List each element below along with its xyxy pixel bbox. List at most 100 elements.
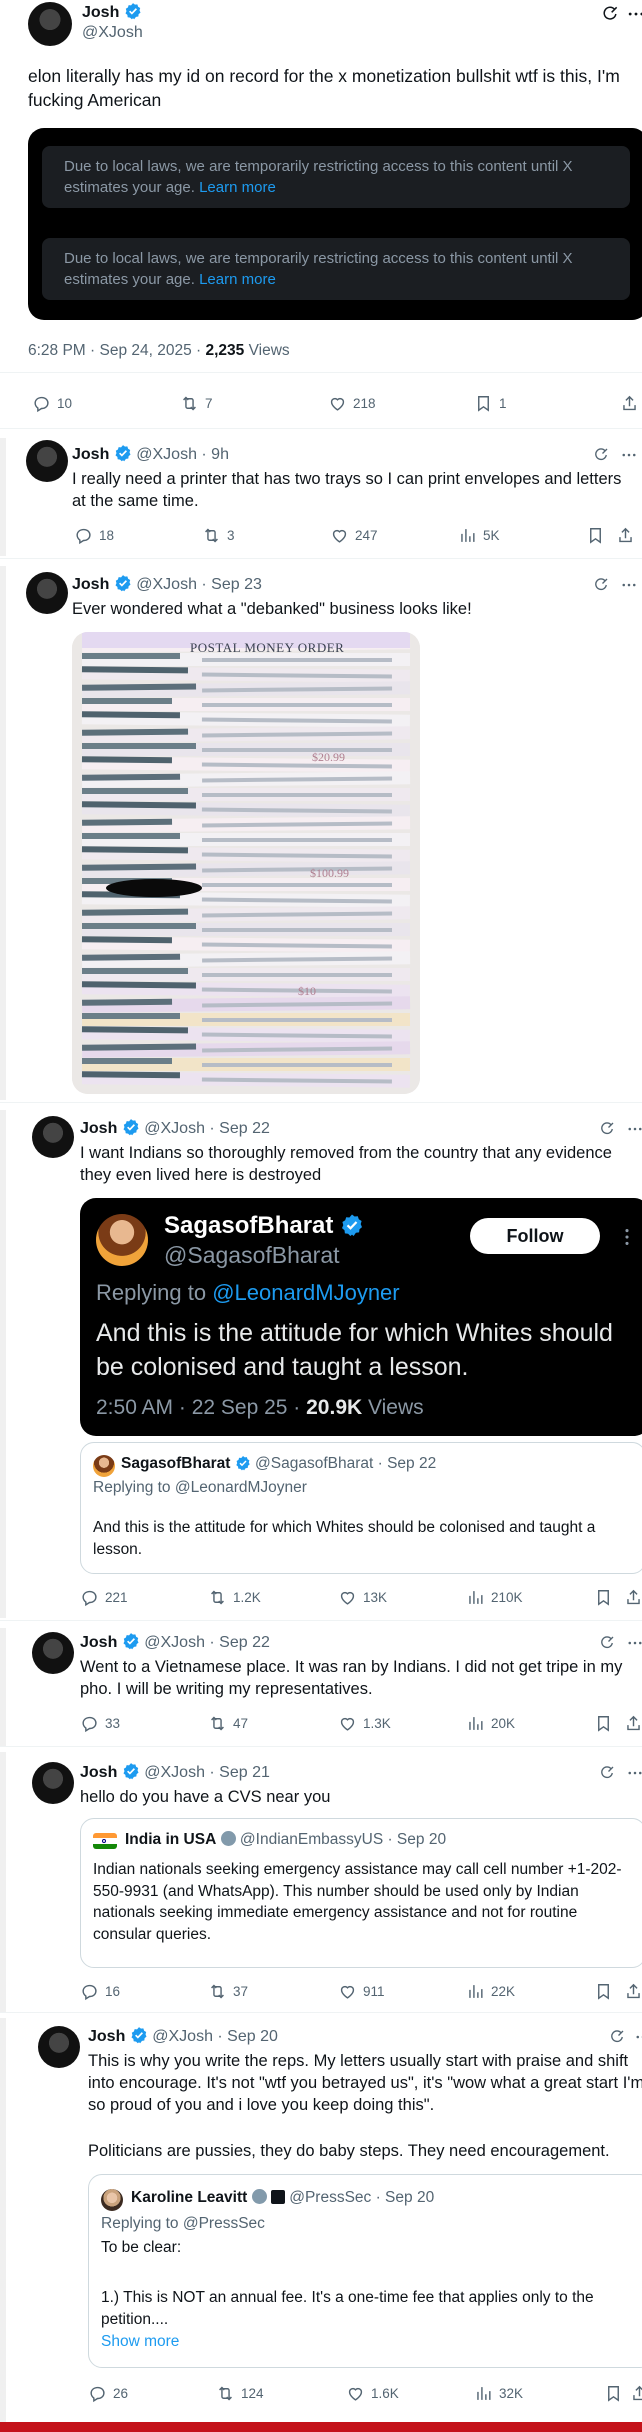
bookmark-button[interactable] [594,1982,613,2001]
author-name[interactable]: Josh [72,446,109,463]
learn-more-link[interactable]: Learn more [199,179,276,196]
tweet-text: Ever wondered what a "debanked" business… [72,600,472,618]
share-button[interactable] [616,526,635,545]
author-name[interactable]: Josh [72,576,109,593]
views-button[interactable]: 5K [458,526,500,545]
tweet-text-paragraph-2: Politicians are pussies, they do baby st… [88,2142,610,2160]
like-button[interactable]: 218 [328,394,376,413]
embed-timestamp[interactable]: 2:50 AM · 22 Sep 25 · 20.9K Views [96,1396,424,1420]
views-icon [474,2384,493,2403]
views-button[interactable]: 20K [466,1714,515,1733]
reply-button[interactable]: 221 [80,1588,128,1607]
like-button[interactable]: 247 [330,526,378,545]
author-handle[interactable]: @XJosh [82,24,143,42]
bookmark-button[interactable] [586,526,605,545]
repost-button[interactable]: 1.2K [208,1588,261,1607]
like-button[interactable]: 1.3K [338,1714,391,1733]
avatar[interactable] [32,1762,74,1804]
more-icon[interactable] [616,1226,638,1248]
reply-button[interactable]: 18 [74,526,114,545]
author-handle[interactable]: @XJosh · Sep 21 [144,1764,270,1781]
more-icon[interactable] [626,1120,642,1138]
grok-icon[interactable] [598,1120,616,1138]
share-icon [624,1714,642,1733]
reply-button[interactable]: 16 [80,1982,120,2001]
reply-button[interactable]: 10 [32,394,72,413]
grok-icon[interactable] [598,1634,616,1652]
grok-icon[interactable] [608,2028,626,2046]
learn-more-link[interactable]: Learn more [199,271,276,288]
author-name[interactable]: Josh [82,4,119,21]
money-order-slip [82,968,410,981]
grok-icon[interactable] [592,446,610,464]
avatar[interactable] [26,440,68,482]
like-button[interactable]: 13K [338,1588,387,1607]
avatar[interactable] [26,572,68,614]
author-name[interactable]: Josh [88,2028,125,2045]
more-icon[interactable] [620,446,638,464]
money-order-slip [82,1013,410,1026]
follow-button[interactable]: Follow [470,1218,600,1254]
bookmark-button[interactable] [594,1588,613,1607]
embed-author-handle[interactable]: @SagasofBharat [164,1242,340,1269]
more-icon[interactable] [620,576,638,594]
avatar[interactable] [32,1632,74,1674]
grok-icon[interactable] [592,576,610,594]
share-button[interactable] [620,394,639,413]
more-icon[interactable] [626,4,642,24]
avatar[interactable] [28,2,72,46]
repost-button[interactable]: 7 [180,394,213,413]
avatar[interactable] [32,1116,74,1158]
more-icon[interactable] [626,1764,642,1782]
bookmark-button[interactable]: 1 [474,394,507,413]
quoted-tweet[interactable]: India in USA @IndianEmbassyUS · Sep 20 I… [80,1818,642,1968]
author-handle[interactable]: @XJosh · Sep 20 [152,2028,278,2045]
embed-tweet-text: And this is the attitude for which White… [96,1319,613,1381]
avatar[interactable] [38,2026,80,2068]
like-button[interactable]: 1.6K [346,2384,399,2403]
bookmark-button[interactable] [604,2384,623,2403]
verified-badge-icon [340,1213,364,1237]
author-name[interactable]: Josh [80,1634,117,1651]
share-button[interactable] [624,1588,642,1607]
grok-icon[interactable] [598,1764,616,1782]
author-name[interactable]: Josh [80,1764,117,1781]
quoted-tweet[interactable]: SagasofBharat @SagasofBharat · Sep 22 Re… [80,1442,642,1574]
author-handle[interactable]: @XJosh · 9h [136,446,229,463]
more-icon[interactable] [626,1634,642,1652]
embed-author-name[interactable]: SagasofBharat [164,1212,333,1239]
repost-button[interactable]: 124 [216,2384,264,2403]
tweet-timestamp[interactable]: 6:28 PM · Sep 24, 2025 · 2,235 Views [28,342,290,360]
views-button[interactable]: 210K [466,1588,523,1607]
views-button[interactable]: 32K [474,2384,523,2403]
image-label: $10 [298,984,316,998]
replying-to-link[interactable]: @LeonardMJoyner [212,1280,399,1305]
share-button[interactable] [630,2384,642,2403]
bookmark-button[interactable] [594,1714,613,1733]
repost-button[interactable]: 3 [202,526,235,545]
embed-avatar[interactable] [96,1214,148,1266]
quoted-tweet[interactable]: Karoline Leavitt @PressSec · Sep 20 Repl… [88,2174,642,2368]
more-icon[interactable] [634,2028,642,2046]
reply-icon [80,1714,99,1733]
repost-icon [180,394,199,413]
share-button[interactable] [624,1714,642,1733]
repost-icon [208,1982,227,2001]
author-handle[interactable]: @XJosh · Sep 23 [136,576,262,593]
like-button[interactable]: 911 [338,1982,385,2001]
author-name[interactable]: Josh [80,1120,117,1137]
tweet-image-money-orders[interactable]: POSTAL MONEY ORDER $100.99 $20.99 $10 [72,632,420,1094]
repost-button[interactable]: 37 [208,1982,248,2001]
reply-button[interactable]: 26 [88,2384,128,2403]
author-handle[interactable]: @XJosh · Sep 22 [144,1120,270,1137]
repost-icon [216,2384,235,2403]
grok-icon[interactable] [600,4,620,24]
embedded-tweet-card[interactable]: SagasofBharat @SagasofBharat Follow Repl… [80,1198,642,1436]
views-button[interactable]: 22K [466,1982,515,2001]
author-handle[interactable]: @XJosh · Sep 22 [144,1634,270,1651]
show-more-link[interactable]: Show more [101,2333,179,2351]
government-badge-icon [251,2189,267,2204]
repost-button[interactable]: 47 [208,1714,248,1733]
reply-button[interactable]: 33 [80,1714,120,1733]
share-button[interactable] [624,1982,642,2001]
